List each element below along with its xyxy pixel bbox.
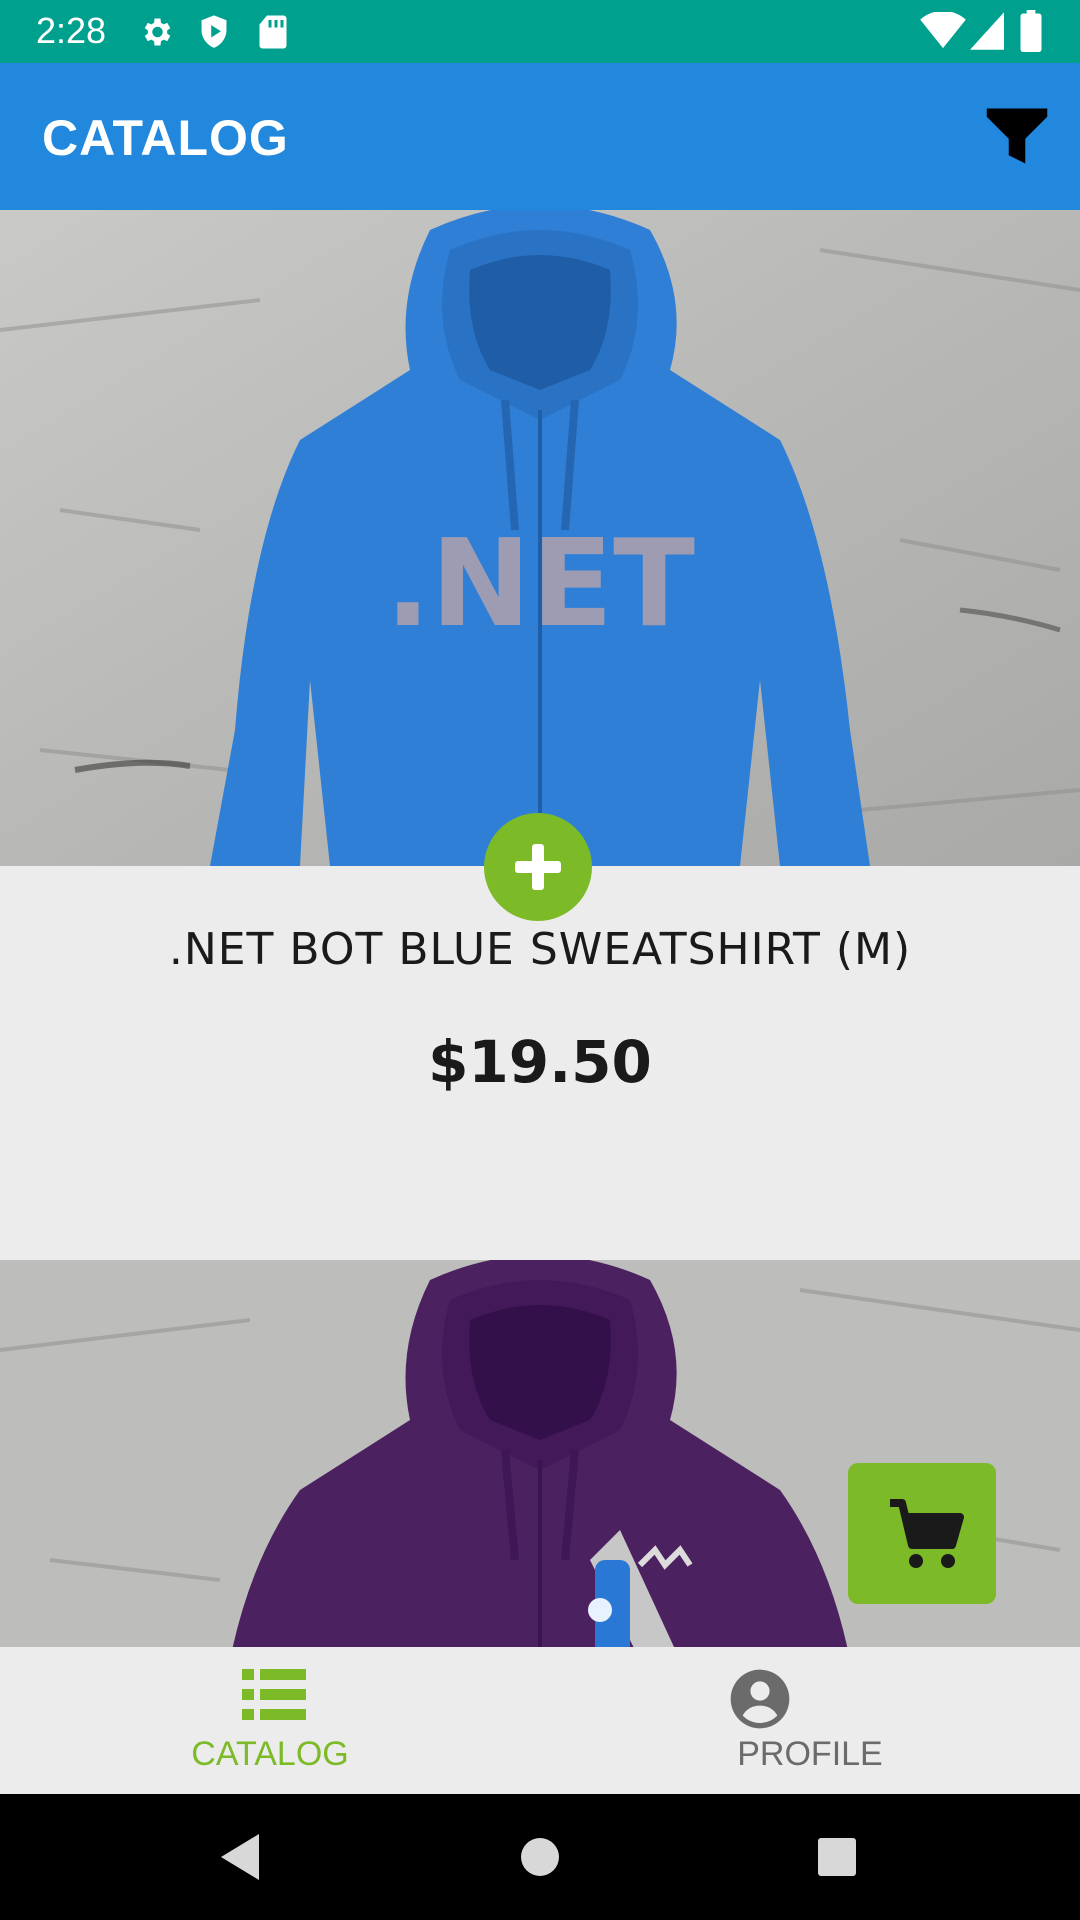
- hoodie-print: .NET: [385, 515, 695, 654]
- cart-button[interactable]: [848, 1463, 996, 1604]
- tab-catalog[interactable]: CATALOG: [0, 1647, 540, 1794]
- plus-icon: [515, 844, 561, 890]
- cart-icon: [890, 1499, 964, 1568]
- product-card[interactable]: .NET .NET BOT BLUE SWEATSHIRT (M) $19.50: [0, 210, 1080, 1260]
- status-time: 2:28: [36, 10, 107, 51]
- gear-icon: [144, 18, 171, 46]
- account-circle-icon: [730, 1669, 790, 1729]
- home-icon[interactable]: [519, 1830, 561, 1884]
- wifi-icon: [920, 12, 966, 49]
- system-navigation-bar: [0, 1794, 1080, 1920]
- tab-catalog-label: CATALOG: [191, 1735, 349, 1773]
- filter-icon: [986, 108, 1048, 164]
- product-image: .NET: [0, 210, 1080, 866]
- tab-profile[interactable]: PROFILE: [540, 1647, 1080, 1794]
- recents-icon[interactable]: [816, 1830, 858, 1884]
- product-price: $19.50: [428, 1028, 652, 1096]
- product-info: .NET BOT BLUE SWEATSHIRT (M) $19.50: [0, 866, 1080, 1260]
- filter-button[interactable]: [984, 103, 1050, 169]
- signal-icon: [970, 12, 1004, 50]
- app-bar: CATALOG: [0, 63, 1080, 210]
- shield-play-icon: [201, 15, 227, 48]
- sd-card-icon: [259, 15, 287, 49]
- back-icon[interactable]: [215, 1830, 265, 1884]
- tab-profile-label: PROFILE: [737, 1735, 883, 1773]
- add-to-cart-button[interactable]: [484, 813, 592, 921]
- bottom-navigation: CATALOG PROFILE: [0, 1647, 1080, 1794]
- catalog-list[interactable]: .NET .NET BOT BLUE SWEATSHIRT (M) $19.50: [0, 210, 1080, 1647]
- list-icon: [242, 1669, 306, 1720]
- page-title: CATALOG: [42, 110, 289, 166]
- product-name: .NET BOT BLUE SWEATSHIRT (M): [168, 924, 912, 975]
- battery-icon: [1020, 10, 1042, 52]
- status-bar: 2:28: [0, 0, 1080, 63]
